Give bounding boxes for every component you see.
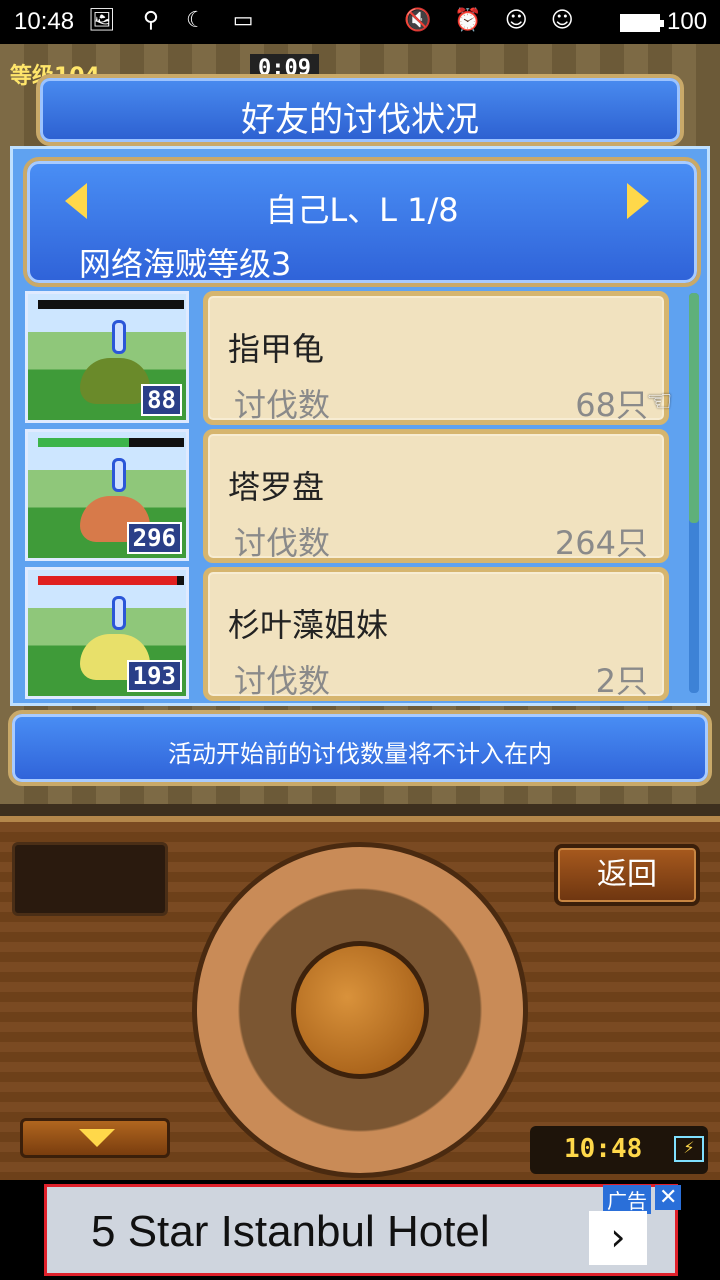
monster-name: 指甲龟 xyxy=(228,330,325,368)
friend-header: 自己L、L 1/8 网络海贼等级3 xyxy=(23,157,701,287)
status-left-icons: 🖼 ⚲ ☾ ▭ xyxy=(88,8,264,33)
notice-text: 活动开始前的讨伐数量将不计入在内 xyxy=(168,740,552,768)
hunt-count-value: 2只 xyxy=(595,662,648,700)
list-item[interactable]: 296 塔罗盘 讨伐数 264只 xyxy=(23,429,683,563)
hunt-count-label: 讨伐数 xyxy=(234,386,331,424)
status-bar: 10:48 🖼 ⚲ ☾ ▭ 🔇 ⏰ ☺ ☺ 100 xyxy=(0,0,720,44)
hunt-count-label: 讨伐数 xyxy=(234,662,331,700)
ad-arrow-icon[interactable]: › xyxy=(589,1211,647,1265)
hp-bar xyxy=(38,300,184,309)
list-item[interactable]: 88 指甲龟 讨伐数 68只 xyxy=(23,291,683,425)
list-item[interactable]: 193 杉叶藻姐妹 讨伐数 2只 xyxy=(23,567,683,701)
friend-hunt-panel: 自己L、L 1/8 网络海贼等级3 88 指甲龟 讨伐数 68只 296 塔罗盘… xyxy=(10,146,710,706)
monster-name: 杉叶藻姐妹 xyxy=(228,606,389,644)
ad-close-icon[interactable]: ✕ xyxy=(655,1185,682,1210)
ad-content[interactable]: 5 Star Istanbul Hotel 广告 ✕ › xyxy=(44,1184,682,1276)
dialog-title-bar: 好友的讨伐状况 xyxy=(36,74,684,146)
pirate-level: 网络海贼等级3 xyxy=(79,245,292,283)
monster-thumbnail: 296 xyxy=(25,429,189,561)
hp-bar xyxy=(38,438,184,447)
monster-level-badge: 193 xyxy=(126,660,182,692)
monster-thumbnail: 88 xyxy=(25,291,189,423)
notice-bar: 活动开始前的讨伐数量将不计入在内 xyxy=(8,710,712,786)
hp-bar xyxy=(38,576,184,585)
battery-level: 100 xyxy=(667,8,708,35)
exclamation-icon xyxy=(112,458,126,492)
hunt-list[interactable]: 88 指甲龟 讨伐数 68只 296 塔罗盘 讨伐数 264只 193 杉叶藻姐… xyxy=(23,291,683,703)
battery-charging-icon: ⚡ xyxy=(674,1136,704,1162)
monster-name: 塔罗盘 xyxy=(228,468,325,506)
hunt-card[interactable]: 杉叶藻姐妹 讨伐数 2只 xyxy=(203,567,669,701)
hunt-card[interactable]: 指甲龟 讨伐数 68只 xyxy=(203,291,669,425)
hp-fill xyxy=(38,438,129,447)
monster-level-badge: 296 xyxy=(126,522,182,554)
monster-thumbnail: 193 xyxy=(25,567,189,699)
hunt-count-value: 264只 xyxy=(554,524,648,562)
ad-banner[interactable]: 5 Star Istanbul Hotel 广告 ✕ › xyxy=(0,1180,720,1280)
back-button[interactable]: 返回 xyxy=(554,844,700,906)
scrollbar-thumb[interactable] xyxy=(689,293,699,523)
exclamation-icon xyxy=(112,320,126,354)
monster-sprite xyxy=(80,358,150,404)
game-clock: 10:48 ⚡ xyxy=(530,1126,708,1174)
friend-name-page: 自己L、L 1/8 xyxy=(265,191,459,229)
status-right-icons: 🔇 ⏰ ☺ ☺ xyxy=(404,8,582,33)
hunt-count-value: 68只 xyxy=(575,386,648,424)
hand-pointer-icon: ☜ xyxy=(646,384,673,419)
scrollbar[interactable] xyxy=(689,293,699,693)
hunt-count-label: 讨伐数 xyxy=(234,524,331,562)
game-area: 等级104 0:09 好友的讨伐状况 自己L、L 1/8 网络海贼等级3 88 xyxy=(0,44,720,1180)
mini-screen xyxy=(12,842,168,916)
hunt-card[interactable]: 塔罗盘 讨伐数 264只 xyxy=(203,429,669,563)
status-time: 10:48 xyxy=(14,8,75,35)
ad-text[interactable]: 5 Star Istanbul Hotel xyxy=(91,1207,490,1257)
exclamation-icon xyxy=(112,596,126,630)
dpad[interactable] xyxy=(192,842,528,1178)
dialog-title: 好友的讨伐状况 xyxy=(241,100,479,140)
battery-icon xyxy=(620,14,664,32)
hp-fill xyxy=(38,576,177,585)
ad-tag: 广告 xyxy=(603,1185,651,1214)
monster-level-badge: 88 xyxy=(141,384,182,416)
dpad-center-button[interactable] xyxy=(291,941,429,1079)
scroll-down-button[interactable] xyxy=(20,1118,170,1158)
controller-panel: 返回 10:48 ⚡ xyxy=(0,816,720,1180)
clock-time: 10:48 xyxy=(564,1134,643,1164)
